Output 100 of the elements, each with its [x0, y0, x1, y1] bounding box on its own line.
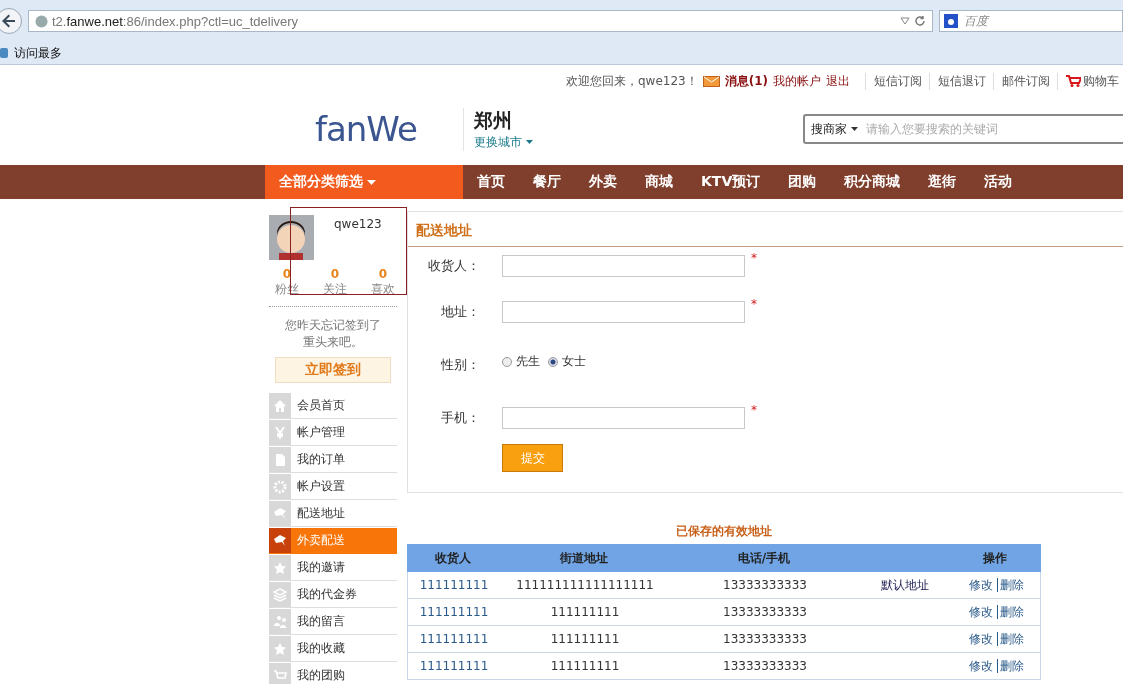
change-city-link[interactable]: 更换城市	[473, 134, 522, 149]
search-scope-dropdown[interactable]: 搜商家	[811, 120, 859, 138]
receiver-link[interactable]: 111111111	[419, 659, 489, 673]
table-cell: 111111111111111111	[516, 578, 654, 592]
home-icon	[269, 393, 291, 418]
edit-link[interactable]: 修改	[968, 577, 993, 592]
messages-link[interactable]: 消息(1)	[724, 72, 768, 90]
table-title: 已保存的有效地址	[675, 523, 773, 540]
sidebar-item[interactable]: 会员首页	[269, 393, 397, 419]
reload-icon[interactable]	[914, 15, 926, 27]
browser-search-field[interactable]: 百度	[939, 10, 1123, 32]
stat-value: 0	[282, 267, 292, 281]
table-cell: 111111111	[550, 659, 620, 673]
table-cell: 111111111	[550, 632, 620, 646]
section-title: 配送地址	[408, 216, 1123, 247]
back-arrow-icon	[1, 13, 17, 29]
doc-icon	[269, 447, 291, 472]
sidebar-item[interactable]: 帐户管理	[269, 420, 397, 446]
table-cell: 13333333333	[723, 632, 807, 646]
sidebar-item[interactable]: 我的留言	[269, 609, 397, 635]
radio-button[interactable]	[548, 356, 558, 367]
nav-link[interactable]: 首页	[463, 173, 519, 191]
column-header: 街道地址	[560, 550, 608, 565]
cart-icon	[1066, 75, 1081, 87]
sidebar-item[interactable]: 我的团购	[269, 663, 397, 684]
sidebar-item[interactable]: 我的收藏	[269, 636, 397, 662]
sidebar-item[interactable]: 我的订单	[269, 447, 397, 473]
stat-value: 0	[378, 267, 388, 281]
required-mark: *	[751, 297, 757, 311]
checkin-note: 您昨天忘记签到了重头来吧。	[284, 317, 382, 351]
globe-icon	[35, 14, 48, 28]
city-name: 郑州	[473, 107, 513, 133]
radio-label: 女士	[562, 353, 586, 370]
table-cell: 13333333333	[723, 659, 807, 673]
subscription-link[interactable]: 短信订阅	[865, 72, 922, 90]
nav-link[interactable]: 积分商城	[830, 173, 915, 191]
envelope-icon	[702, 75, 720, 87]
column-header: 电话/手机	[737, 550, 791, 565]
radio-label: 先生	[516, 353, 540, 370]
gear-icon	[269, 474, 291, 499]
field-label: 性别：	[440, 355, 480, 374]
column-header: 收货人	[435, 550, 471, 565]
input-field[interactable]	[502, 300, 745, 323]
field-label: 地址：	[440, 302, 480, 321]
avatar	[269, 215, 314, 260]
nav-link[interactable]: 活动	[970, 173, 1027, 191]
input-field[interactable]	[502, 255, 745, 277]
default-address-label: 默认地址	[881, 577, 929, 592]
edit-link[interactable]: 修改	[968, 658, 993, 673]
field-label: 收货人：	[427, 257, 480, 275]
sidebar-item[interactable]: 配送地址	[269, 501, 397, 527]
edit-link[interactable]: 修改	[968, 604, 993, 619]
required-mark: *	[751, 251, 757, 265]
username: qwe123	[334, 217, 382, 231]
nav-link[interactable]: 餐厅	[519, 173, 575, 191]
layers-icon	[269, 582, 291, 607]
delete-link[interactable]: 删除	[996, 631, 1024, 646]
caret-icon	[851, 127, 859, 131]
url-text: t2.fanwe.net:86/index.php?ctl=uc_tdelivery	[52, 13, 300, 29]
receiver-link[interactable]: 111111111	[419, 632, 489, 646]
account-link[interactable]: 我的帐户	[773, 72, 821, 90]
delete-link[interactable]: 删除	[996, 577, 1024, 592]
sidebar-item[interactable]: 我的邀请	[269, 555, 397, 581]
column-header: 操作	[983, 550, 1007, 565]
logout-link[interactable]: 退出	[826, 72, 850, 90]
required-mark: *	[751, 403, 757, 417]
welcome-text: 欢迎您回来，qwe123！	[565, 72, 698, 90]
nav-link[interactable]: 外卖	[575, 173, 631, 191]
bookmark-link[interactable]: 访问最多	[14, 44, 62, 62]
logo[interactable]: fanWe	[315, 109, 455, 149]
nav-link[interactable]: 团购	[774, 173, 831, 191]
table-cell: 111111111	[550, 605, 620, 619]
cart-link[interactable]: 购物车	[1083, 72, 1119, 90]
receiver-link[interactable]: 111111111	[419, 578, 489, 592]
sidebar-item[interactable]: 帐户设置	[269, 474, 397, 500]
table-cell: 13333333333	[723, 605, 807, 619]
back-button[interactable]	[0, 8, 22, 34]
subscription-link[interactable]: 短信退订	[929, 72, 986, 90]
people-icon	[269, 609, 291, 634]
nav-link[interactable]: 商城	[631, 173, 687, 191]
stat-label: 喜欢	[371, 281, 395, 298]
field-label: 手机：	[440, 408, 480, 427]
address-bar[interactable]: t2.fanwe.net:86/index.php?ctl=uc_tdelivery	[28, 10, 933, 32]
receiver-link[interactable]: 111111111	[419, 605, 489, 619]
edit-link[interactable]: 修改	[968, 631, 993, 646]
stat-label: 关注	[323, 281, 347, 298]
subscription-link[interactable]: 邮件订阅	[993, 72, 1050, 90]
dropdown-triangle-icon[interactable]	[900, 16, 910, 26]
table-cell: 13333333333	[723, 578, 807, 592]
yen-icon	[269, 420, 291, 445]
nav-link[interactable]: KTV预订	[687, 173, 775, 191]
caret-icon	[367, 179, 376, 185]
flag-icon	[269, 528, 291, 553]
delete-link[interactable]: 删除	[996, 604, 1024, 619]
radio-button[interactable]	[502, 356, 512, 367]
input-field[interactable]	[502, 406, 745, 429]
nav-link[interactable]: 逛街	[914, 173, 971, 191]
sidebar-item[interactable]: 我的代金券	[269, 582, 397, 608]
bookmark-icon	[0, 46, 10, 60]
delete-link[interactable]: 删除	[996, 658, 1024, 673]
